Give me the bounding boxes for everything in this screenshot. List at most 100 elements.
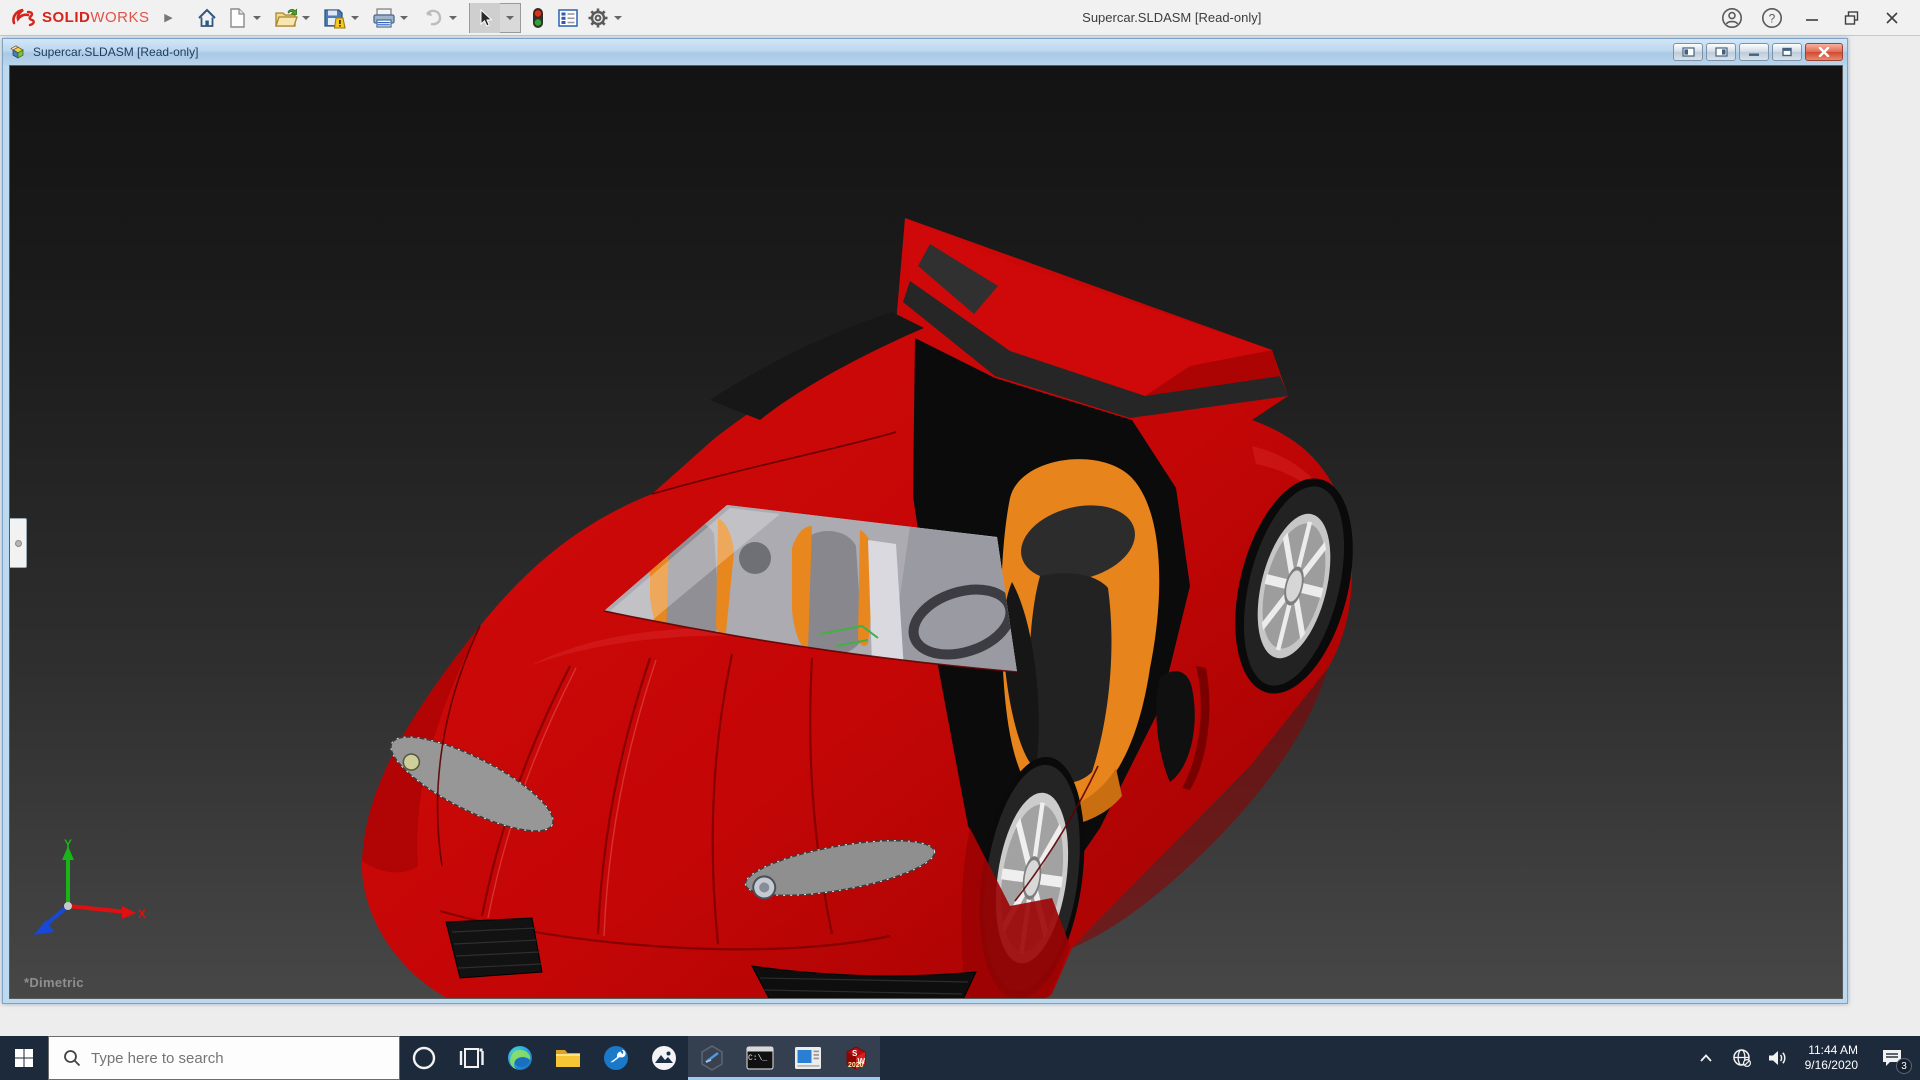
system-tray: 11:44 AM 9/16/2020 3 bbox=[1691, 1036, 1920, 1080]
home-button[interactable] bbox=[192, 3, 222, 33]
open-folder-icon bbox=[274, 7, 298, 29]
document-titlebar[interactable]: Supercar.SLDASM [Read-only] bbox=[3, 39, 1847, 65]
doc-close-button[interactable] bbox=[1805, 43, 1843, 61]
restore-icon bbox=[1844, 10, 1860, 26]
tray-date: 9/16/2020 bbox=[1805, 1058, 1858, 1073]
properties-list-icon bbox=[557, 8, 579, 28]
taskbar-item-media-app[interactable] bbox=[784, 1036, 832, 1080]
pane-left-button[interactable] bbox=[1673, 43, 1703, 61]
options-dropdown[interactable] bbox=[614, 16, 622, 20]
minimize-button[interactable] bbox=[1792, 3, 1832, 33]
main-toolbar bbox=[192, 0, 632, 36]
new-document-button[interactable] bbox=[222, 3, 252, 33]
print-button[interactable] bbox=[369, 3, 399, 33]
taskbar-item-task-view[interactable] bbox=[448, 1036, 496, 1080]
command-prompt-label: C:\_ bbox=[748, 1054, 767, 1063]
tray-clock[interactable]: 11:44 AM 9/16/2020 bbox=[1799, 1043, 1864, 1073]
document-title: Supercar.SLDASM [Read-only] bbox=[33, 45, 1673, 59]
select-tool-group bbox=[469, 3, 521, 33]
doc-close-icon bbox=[1818, 47, 1830, 57]
file-explorer-icon bbox=[554, 1045, 582, 1071]
app-titlebar: SOLIDWORKS ▶ bbox=[0, 0, 1920, 36]
graphics-viewport[interactable]: Y X *Dimetric bbox=[9, 65, 1843, 999]
action-center-button[interactable]: 3 bbox=[1870, 1036, 1914, 1080]
photos-icon bbox=[650, 1044, 678, 1072]
app-title: Supercar.SLDASM [Read-only] bbox=[632, 10, 1712, 25]
minimize-icon bbox=[1805, 11, 1819, 25]
solidworks-logo: SOLIDWORKS bbox=[0, 8, 160, 28]
wrench-circle-icon bbox=[602, 1044, 630, 1072]
triad-x-label: X bbox=[138, 907, 146, 921]
tray-chevron-button[interactable] bbox=[1691, 1036, 1721, 1080]
chevron-up-icon bbox=[1699, 1053, 1713, 1063]
solidworks-year-badge: 2020 bbox=[848, 1062, 864, 1069]
taskbar-item-file-explorer[interactable] bbox=[544, 1036, 592, 1080]
left-grille[interactable] bbox=[446, 918, 542, 978]
feature-manager-splitter-tab[interactable] bbox=[10, 518, 27, 568]
start-button[interactable] bbox=[0, 1036, 48, 1080]
new-document-dropdown[interactable] bbox=[253, 16, 261, 20]
document-window-controls bbox=[1673, 43, 1843, 61]
doc-minimize-button[interactable] bbox=[1739, 43, 1769, 61]
evaluate-button[interactable] bbox=[553, 3, 583, 33]
taskbar-item-cortana[interactable] bbox=[400, 1036, 448, 1080]
save-button[interactable] bbox=[320, 3, 350, 33]
media-window-icon bbox=[794, 1046, 822, 1070]
doc-restore-icon bbox=[1781, 47, 1793, 57]
new-document-icon bbox=[227, 7, 247, 29]
cortana-icon bbox=[411, 1045, 437, 1071]
traffic-light-icon bbox=[532, 7, 544, 29]
taskbar-item-support-tool[interactable] bbox=[592, 1036, 640, 1080]
tray-network-button[interactable] bbox=[1727, 1036, 1757, 1080]
tray-volume-button[interactable] bbox=[1763, 1036, 1793, 1080]
open-dropdown[interactable] bbox=[302, 16, 310, 20]
brand-text-bold: SOLID bbox=[42, 9, 90, 26]
solidworks-logo-icon bbox=[12, 8, 38, 28]
help-button[interactable]: ? bbox=[1752, 3, 1792, 33]
open-button[interactable] bbox=[271, 3, 301, 33]
undo-button[interactable] bbox=[418, 3, 448, 33]
taskbar-item-photos[interactable] bbox=[640, 1036, 688, 1080]
select-tool-dropdown[interactable] bbox=[506, 16, 514, 20]
document-window: Supercar.SLDASM [Read-only] bbox=[2, 38, 1848, 1004]
orientation-triad: Y X bbox=[28, 838, 148, 948]
account-button[interactable] bbox=[1712, 3, 1752, 33]
rebuild-button[interactable] bbox=[523, 3, 553, 33]
taskbar-search[interactable] bbox=[48, 1036, 400, 1080]
taskbar-item-command-prompt[interactable]: C:\_ bbox=[736, 1036, 784, 1080]
select-tool-button[interactable] bbox=[470, 3, 500, 33]
pane-left-icon bbox=[1682, 47, 1695, 57]
hexagon-app-icon bbox=[698, 1044, 726, 1072]
doc-minimize-icon bbox=[1748, 47, 1760, 57]
windows-logo-icon bbox=[14, 1048, 34, 1068]
help-icon: ? bbox=[1761, 7, 1783, 29]
home-icon bbox=[196, 7, 218, 29]
taskbar-item-edrawings[interactable] bbox=[688, 1036, 736, 1080]
close-button[interactable] bbox=[1872, 3, 1912, 33]
brand-text-light: WORKS bbox=[90, 9, 149, 26]
globe-network-icon bbox=[1732, 1048, 1752, 1068]
doc-restore-button[interactable] bbox=[1772, 43, 1802, 61]
taskbar: C:\_ S W 2020 bbox=[0, 1036, 1920, 1080]
print-icon bbox=[372, 7, 396, 29]
print-dropdown[interactable] bbox=[400, 16, 408, 20]
taskbar-item-solidworks[interactable]: S W 2020 bbox=[832, 1036, 880, 1080]
search-input[interactable] bbox=[91, 1050, 361, 1067]
task-view-icon bbox=[459, 1045, 485, 1071]
restore-button[interactable] bbox=[1832, 3, 1872, 33]
taskbar-item-edge[interactable] bbox=[496, 1036, 544, 1080]
options-button[interactable] bbox=[583, 3, 613, 33]
toolbar-expander-arrow[interactable]: ▶ bbox=[160, 11, 178, 24]
notification-count-badge: 3 bbox=[1896, 1058, 1912, 1074]
view-orientation-label: *Dimetric bbox=[24, 975, 84, 990]
search-icon bbox=[63, 1049, 81, 1067]
speaker-icon bbox=[1767, 1049, 1789, 1067]
car-model-render[interactable] bbox=[10, 66, 1843, 999]
close-icon bbox=[1885, 11, 1899, 25]
assembly-cube-icon bbox=[9, 43, 27, 61]
pane-right-button[interactable] bbox=[1706, 43, 1736, 61]
pane-right-icon bbox=[1715, 47, 1728, 57]
edge-icon bbox=[506, 1044, 534, 1072]
save-dropdown[interactable] bbox=[351, 16, 359, 20]
undo-dropdown[interactable] bbox=[449, 16, 457, 20]
